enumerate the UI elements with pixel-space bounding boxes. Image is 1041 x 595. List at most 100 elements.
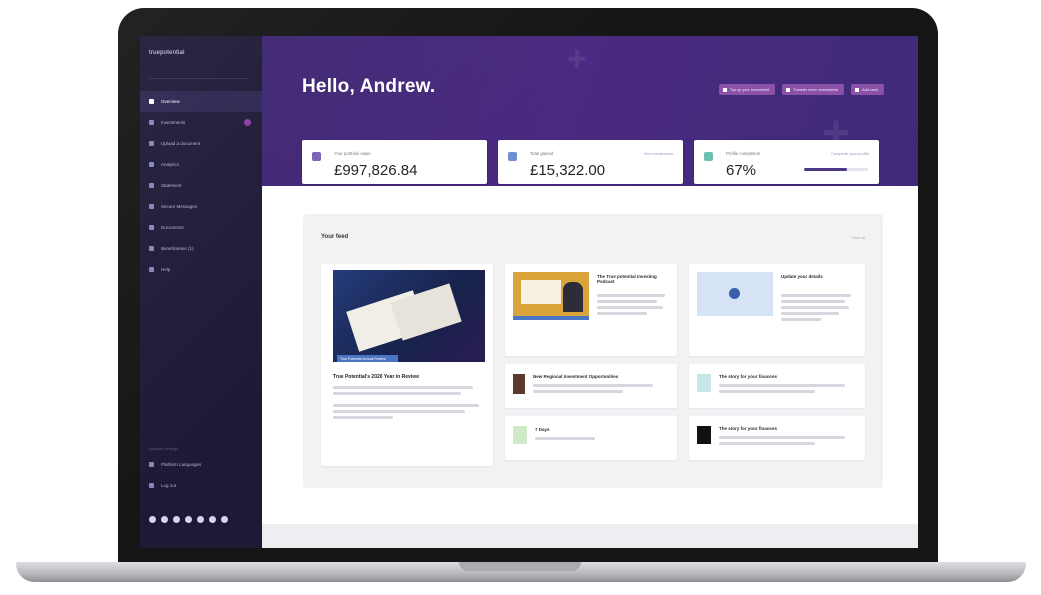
youtube-icon[interactable] — [173, 516, 180, 523]
page-title: Hello, Andrew. — [302, 76, 436, 97]
progress-fill — [804, 168, 847, 171]
analytics-icon — [149, 162, 154, 167]
progress-bar — [804, 168, 868, 171]
facebook-icon[interactable] — [149, 516, 156, 523]
help-icon — [149, 267, 154, 272]
linkedin-icon[interactable] — [185, 516, 192, 523]
text-placeholder — [719, 436, 845, 439]
total-gained-card[interactable]: Total gained View breakdown £15,322.00 — [498, 140, 683, 184]
brand-logo[interactable]: truepotential — [149, 50, 185, 56]
link-label: Log out — [161, 483, 177, 488]
instagram-icon[interactable] — [197, 516, 204, 523]
view-breakdown-link[interactable]: View breakdown — [644, 151, 673, 156]
card-title: New Regional Investment Opportunities — [533, 374, 619, 379]
featured-card[interactable]: True Potential Annual Review True Potent… — [321, 264, 493, 466]
hero-actions: Top up your investment Transfer more inv… — [718, 84, 884, 95]
feed-card[interactable]: 7 Days — [505, 416, 677, 460]
sidebar-item-investments[interactable]: Investments — [140, 112, 262, 133]
twitter-icon[interactable] — [161, 516, 168, 523]
sidebar-item-beneficiaries[interactable]: Beneficiaries (1) — [140, 238, 262, 259]
stat-cards: Your portfolio value £997,826.84 Total g… — [302, 140, 879, 184]
email-icon[interactable] — [209, 516, 216, 523]
chart-icon — [149, 120, 154, 125]
sidebar-item-label: Analytics — [161, 162, 180, 167]
logout-icon — [149, 483, 154, 488]
text-placeholder — [333, 392, 461, 395]
notification-badge — [244, 119, 251, 126]
portfolio-value-card[interactable]: Your portfolio value £997,826.84 — [302, 140, 487, 184]
sidebar-item-messages[interactable]: Secure Messages — [140, 196, 262, 217]
stat-label: Total gained — [530, 151, 554, 156]
text-placeholder — [781, 306, 849, 309]
video-thumbnail — [513, 272, 589, 320]
info-thumbnail — [697, 272, 773, 316]
feed-card[interactable]: Update your details — [689, 264, 865, 356]
transfer-button[interactable]: Transfer more investments — [782, 84, 845, 95]
message-icon — [149, 204, 154, 209]
sidebar-item-upload[interactable]: Upload a document — [140, 133, 262, 154]
sidebar-item-label: Secure Messages — [161, 204, 198, 209]
statement-icon — [149, 183, 154, 188]
sidebar-item-overview[interactable]: Overview — [140, 91, 262, 112]
card-title: The story for your finances — [719, 374, 778, 379]
article-thumbnail — [513, 426, 527, 444]
button-label: Top up your investment — [729, 87, 770, 92]
sidebar-item-label: Documents — [161, 225, 184, 230]
feed-card[interactable]: The story for your finances — [689, 364, 865, 408]
transfer-icon — [786, 87, 791, 92]
button-label: Transfer more investments — [793, 87, 839, 92]
home-icon — [149, 99, 154, 104]
stat-label: Your portfolio value — [334, 151, 371, 156]
sidebar-item-statement[interactable]: Statement — [140, 175, 262, 196]
text-placeholder — [533, 390, 623, 393]
text-placeholder — [781, 294, 851, 297]
text-placeholder — [781, 318, 821, 321]
stat-value: £997,826.84 — [334, 162, 418, 179]
platform-languages-link[interactable]: Platform Languages — [149, 462, 201, 467]
sidebar-item-help[interactable]: Help — [140, 259, 262, 280]
sidebar-item-documents[interactable]: Documents — [140, 217, 262, 238]
sidebar-item-label: Statement — [161, 183, 182, 188]
text-placeholder — [719, 442, 815, 445]
footer-section-label: Account settings — [149, 446, 179, 451]
link-label: Platform Languages — [161, 462, 202, 467]
sidebar: truepotential Overview Investments Uploa… — [140, 36, 262, 548]
card-title: Update your details — [781, 274, 823, 279]
feed-title: Your feed — [321, 234, 349, 240]
stat-label: Profile completion — [726, 151, 761, 156]
view-all-link[interactable]: View all — [851, 235, 865, 240]
feed-card[interactable]: The story for your finances — [689, 416, 865, 460]
text-placeholder — [597, 306, 663, 309]
social-links — [149, 516, 228, 523]
featured-tag: True Potential Annual Review — [337, 355, 398, 362]
text-placeholder — [333, 410, 465, 413]
text-placeholder — [719, 384, 845, 387]
document-icon — [149, 225, 154, 230]
feed-card[interactable]: New Regional Investment Opportunities — [505, 364, 677, 408]
text-placeholder — [333, 416, 393, 419]
logout-link[interactable]: Log out — [149, 483, 176, 488]
text-placeholder — [597, 300, 657, 303]
wallet-icon — [312, 152, 321, 161]
sidebar-item-label: Beneficiaries (1) — [161, 246, 194, 251]
cash-icon — [855, 87, 860, 92]
text-placeholder — [535, 437, 595, 440]
profile-icon — [704, 152, 713, 161]
feed-card[interactable]: The True potential Investing Podcast — [505, 264, 677, 356]
text-placeholder — [597, 294, 665, 297]
profile-completion-card[interactable]: Profile completion Complete your profile… — [694, 140, 879, 184]
text-placeholder — [719, 390, 815, 393]
complete-profile-link[interactable]: Complete your profile — [831, 151, 869, 156]
sidebar-item-analytics[interactable]: Analytics — [140, 154, 262, 175]
text-placeholder — [333, 386, 473, 389]
sidebar-item-label: Help — [161, 267, 171, 272]
add-cash-button[interactable]: Add cash — [851, 84, 884, 95]
text-placeholder — [781, 300, 845, 303]
card-title: The story for your finances — [719, 426, 778, 431]
info-icon — [729, 288, 740, 299]
share-icon[interactable] — [221, 516, 228, 523]
brochure-page — [390, 283, 462, 341]
text-placeholder — [781, 312, 839, 315]
top-up-button[interactable]: Top up your investment — [718, 84, 776, 95]
divider — [149, 78, 249, 79]
